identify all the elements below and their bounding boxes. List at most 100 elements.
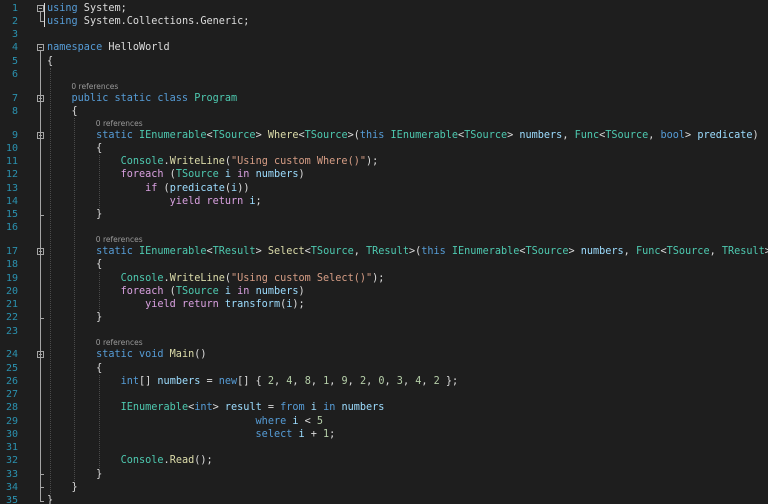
code-text[interactable]: foreach (TSource i in numbers): [47, 285, 305, 298]
line-number: 3: [11, 29, 18, 40]
indent-guide: [98, 155, 100, 208]
code-token: ,: [292, 375, 305, 387]
code-line[interactable]: 7 public static class Program: [0, 92, 768, 105]
code-token: System.Collections.Generic;: [77, 15, 250, 27]
code-token: [] {: [237, 375, 268, 387]
code-token: Func: [635, 246, 661, 257]
line-number: 4: [11, 42, 18, 54]
code-line[interactable]: 20 foreach (TSource i in numbers): [0, 285, 768, 298]
code-text[interactable]: Console.WriteLine("Using custom Select()…: [47, 272, 385, 285]
code-text[interactable]: {: [47, 105, 78, 118]
code-token: (: [163, 169, 176, 181]
code-line[interactable]: 31: [0, 441, 768, 454]
line-number: 22: [5, 312, 18, 324]
code-token: >(: [347, 129, 360, 141]
code-line[interactable]: 12 foreach (TSource i in numbers): [0, 168, 768, 181]
code-line[interactable]: 35}: [0, 494, 768, 504]
code-line[interactable]: 15 }: [0, 208, 768, 221]
code-line[interactable]: 17 static IEnumerable<TResult> Select<TS…: [0, 245, 768, 258]
code-token: );: [365, 156, 379, 167]
code-line[interactable]: 6: [0, 68, 768, 81]
code-token: using: [47, 2, 78, 14]
code-token: >: [568, 246, 581, 257]
code-line[interactable]: 18 {: [0, 258, 768, 271]
code-token: ,: [310, 375, 324, 387]
codelens-references[interactable]: 0 references: [96, 338, 143, 348]
codelens-references[interactable]: 0 references: [96, 119, 143, 129]
line-number: 33: [5, 468, 18, 480]
code-text[interactable]: yield return i;: [47, 195, 262, 208]
code-text[interactable]: Console.WriteLine("Using custom Where()"…: [47, 155, 379, 168]
line-number: 28: [5, 402, 18, 414]
code-line[interactable]: 9 static IEnumerable<TSource> Where<TSou…: [0, 129, 768, 142]
codelens-references[interactable]: 0 references: [71, 82, 118, 92]
code-text[interactable]: foreach (TSource i in numbers): [47, 168, 305, 181]
code-line[interactable]: 16: [0, 221, 768, 234]
code-text[interactable]: static IEnumerable<TResult> Select<TSour…: [47, 245, 768, 258]
code-token: >: [507, 129, 520, 141]
code-line[interactable]: 29 where i < 5: [0, 415, 768, 428]
line-number: 10: [5, 142, 18, 154]
code-text[interactable]: static IEnumerable<TSource> Where<TSourc…: [47, 129, 759, 142]
code-token: TSource: [666, 246, 710, 257]
code-line[interactable]: 19 Console.WriteLine("Using custom Selec…: [0, 272, 768, 285]
code-line[interactable]: 30 select i + 1;: [0, 428, 768, 441]
code-token: numbers: [519, 129, 563, 141]
code-text[interactable]: if (predicate(i)): [47, 182, 249, 195]
code-line[interactable]: 27: [0, 388, 768, 401]
code-token: ,: [562, 129, 575, 141]
code-line[interactable]: 26 int[] numbers = new[] { 2, 4, 8, 1, 9…: [0, 375, 768, 388]
code-line[interactable]: 10 {: [0, 142, 768, 155]
code-line[interactable]: 2 using System.Collections.Generic;: [0, 15, 768, 28]
code-line[interactable]: 22 }: [0, 311, 768, 324]
code-line[interactable]: 32 Console.Read();: [0, 454, 768, 467]
line-number: 35: [5, 495, 18, 504]
code-token: in: [323, 402, 342, 414]
code-line[interactable]: 14 yield return i;: [0, 195, 768, 208]
line-number: 23: [5, 325, 18, 337]
code-text[interactable]: using System.Collections.Generic;: [47, 15, 249, 28]
code-text[interactable]: using System;: [47, 2, 127, 15]
code-line[interactable]: 8 {: [0, 105, 768, 118]
code-text[interactable]: select i + 1;: [47, 428, 336, 441]
line-number: 13: [5, 182, 18, 194]
code-token: numbers: [255, 169, 299, 181]
code-line[interactable]: 34 }: [0, 481, 768, 494]
code-text[interactable]: {: [47, 55, 53, 68]
line-number: 2: [11, 15, 18, 27]
codelens-references[interactable]: 0 references: [96, 235, 143, 245]
code-line[interactable]: 33 }: [0, 468, 768, 481]
code-token: select: [255, 428, 299, 440]
code-text[interactable]: where i < 5: [47, 415, 324, 428]
code-line[interactable]: 11 Console.WriteLine("Using custom Where…: [0, 155, 768, 168]
code-line[interactable]: 5{: [0, 55, 768, 68]
code-text[interactable]: }: [47, 494, 53, 504]
code-text[interactable]: }: [47, 481, 78, 494]
code-line[interactable]: 25 {: [0, 362, 768, 375]
code-line[interactable]: 1 using System;: [0, 2, 768, 15]
code-line[interactable]: 13 if (predicate(i)): [0, 182, 768, 195]
code-line[interactable]: 4 namespace HelloWorld: [0, 41, 768, 54]
code-text[interactable]: IEnumerable<int> result = from i in numb…: [47, 401, 385, 414]
code-editor[interactable]: 1 using System; 2 using System.Collections.…: [0, 0, 768, 504]
code-line[interactable]: 28 IEnumerable<int> result = from i in n…: [0, 401, 768, 414]
code-token: int: [194, 402, 213, 414]
code-text[interactable]: Console.Read();: [47, 454, 213, 467]
code-text[interactable]: public static class Program: [47, 92, 238, 105]
code-text[interactable]: namespace HelloWorld: [47, 41, 170, 54]
code-line[interactable]: 24 static void Main(): [0, 348, 768, 361]
code-token: ,: [329, 375, 342, 387]
code-text[interactable]: int[] numbers = new[] { 2, 4, 8, 1, 9, 2…: [47, 375, 459, 388]
code-line[interactable]: 3: [0, 28, 768, 41]
code-token: bool: [660, 129, 686, 141]
code-text[interactable]: yield return transform(i);: [47, 298, 305, 311]
code-token: >(: [408, 246, 422, 257]
line-number: 31: [5, 442, 18, 453]
code-line[interactable]: 21 yield return transform(i);: [0, 298, 768, 311]
code-text[interactable]: static void Main(): [47, 348, 206, 361]
line-number: 34: [5, 481, 18, 493]
code-token: (: [157, 182, 170, 194]
code-line[interactable]: 23: [0, 325, 768, 338]
code-token: {: [47, 105, 78, 117]
